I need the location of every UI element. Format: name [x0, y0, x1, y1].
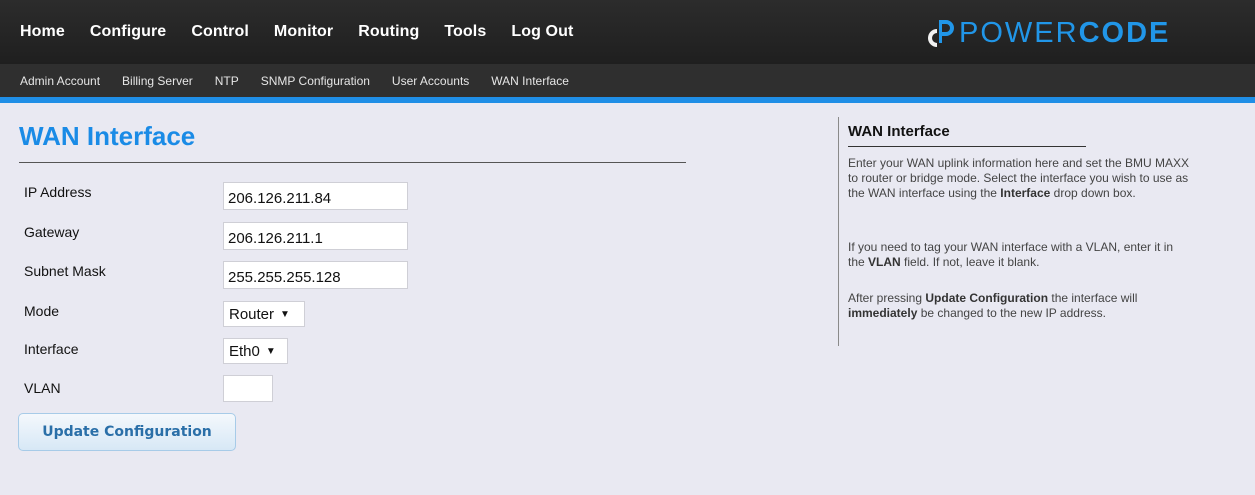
subnav-admin-account[interactable]: Admin Account [20, 74, 100, 88]
update-configuration-button[interactable]: Update Configuration [18, 413, 236, 451]
mode-selected-value: Router [229, 305, 275, 323]
help-title-divider [848, 146, 1086, 147]
main-nav: Home Configure Control Monitor Routing T… [20, 0, 598, 64]
interface-label: Interface [24, 341, 79, 357]
help-paragraph-interface: Enter your WAN uplink information here a… [848, 156, 1190, 200]
gateway-input[interactable] [223, 222, 408, 250]
nav-configure[interactable]: Configure [90, 23, 166, 41]
subnav-wan-interface[interactable]: WAN Interface [491, 74, 569, 88]
column-divider [838, 117, 839, 346]
powercode-logo-icon [927, 20, 954, 47]
nav-home[interactable]: Home [20, 23, 65, 41]
vlan-label: VLAN [24, 380, 61, 396]
subnav-billing-server[interactable]: Billing Server [122, 74, 193, 88]
accent-bar [0, 97, 1255, 103]
nav-control[interactable]: Control [191, 23, 249, 41]
interface-selected-value: Eth0 [229, 342, 260, 360]
nav-monitor[interactable]: Monitor [274, 23, 333, 41]
chevron-down-icon: ▼ [280, 308, 290, 320]
nav-tools[interactable]: Tools [444, 23, 486, 41]
help-title: WAN Interface [848, 123, 950, 140]
top-navigation-bar: Home Configure Control Monitor Routing T… [0, 0, 1255, 64]
mode-select[interactable]: Router ▼ [223, 301, 305, 327]
gateway-label: Gateway [24, 224, 80, 240]
nav-log-out[interactable]: Log Out [511, 23, 573, 41]
sub-navigation-bar: Admin Account Billing Server NTP SNMP Co… [0, 64, 1255, 97]
nav-routing[interactable]: Routing [358, 23, 419, 41]
help-paragraph-vlan: If you need to tag your WAN interface wi… [848, 240, 1174, 269]
subnet-mask-label: Subnet Mask [24, 263, 106, 279]
brand-name: POWERCODE [959, 16, 1171, 49]
ip-address-label: IP Address [24, 184, 92, 200]
page-title: WAN Interface [19, 121, 196, 151]
mode-label: Mode [24, 303, 60, 319]
ip-address-input[interactable] [223, 182, 408, 210]
subnav-ntp[interactable]: NTP [215, 74, 239, 88]
subnav-user-accounts[interactable]: User Accounts [392, 74, 469, 88]
powercode-logo: POWERCODE [925, 17, 1170, 49]
vlan-input[interactable] [223, 375, 273, 402]
interface-select[interactable]: Eth0 ▼ [223, 338, 288, 364]
help-paragraph-update: After pressing Update Configuration the … [848, 291, 1138, 320]
subnav-snmp-configuration[interactable]: SNMP Configuration [261, 74, 370, 88]
chevron-down-icon: ▼ [265, 345, 276, 357]
subnet-mask-input[interactable] [223, 261, 408, 289]
title-divider [19, 162, 686, 163]
